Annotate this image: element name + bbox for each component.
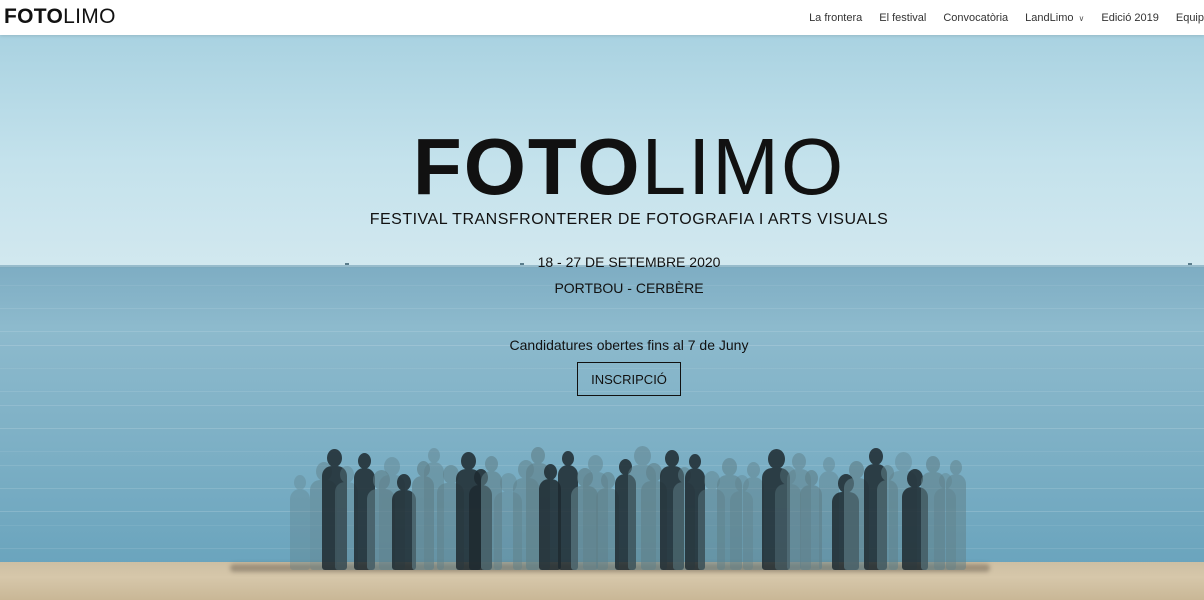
- person-head: [926, 456, 940, 473]
- hero-title-bold: FOTO: [412, 122, 642, 211]
- person-head: [562, 451, 574, 466]
- person-head: [849, 461, 864, 479]
- nav-item-la-frontera[interactable]: La frontera: [809, 12, 862, 24]
- person-head: [327, 449, 342, 467]
- nav-item-equip[interactable]: Equip: [1176, 12, 1204, 24]
- person-head: [588, 455, 603, 473]
- person-head: [805, 470, 818, 486]
- person-head: [544, 464, 557, 480]
- festival-dates: 18 - 27 DE SETEMBRE 2020: [537, 254, 721, 270]
- person-head: [950, 460, 962, 475]
- sea-ripple: [0, 428, 1204, 429]
- crowd-silhouettes: [290, 430, 980, 570]
- call-to-action-text: Candidatures obertes fins al 7 de Juny: [509, 337, 749, 353]
- nav-label: LandLimo: [1025, 11, 1074, 24]
- logo-light-text: LIMO: [63, 5, 116, 28]
- person-head: [397, 474, 411, 491]
- person-body: [946, 474, 966, 570]
- person-head: [823, 457, 835, 472]
- nav-item-landlimo[interactable]: LandLimo ∨: [1025, 12, 1084, 24]
- nav-item-el-festival[interactable]: El festival: [879, 12, 926, 24]
- person-silhouette: [946, 460, 966, 570]
- sea-ripple: [0, 405, 1204, 406]
- logo-bold-text: FOTO: [4, 5, 64, 28]
- person-head: [485, 456, 498, 472]
- person-head: [722, 458, 737, 476]
- person-head: [869, 448, 883, 465]
- person-silhouette: [743, 462, 764, 570]
- inscripcio-button[interactable]: INSCRIPCIÓ: [577, 362, 681, 396]
- nav-item-edicio-2019[interactable]: Edició 2019: [1101, 12, 1159, 24]
- nav-label: Convocatòria: [943, 11, 1009, 24]
- person-head: [358, 453, 371, 469]
- person-body: [743, 477, 764, 570]
- person-head: [531, 447, 545, 464]
- nav-label: Equip: [1175, 11, 1204, 24]
- person-head: [747, 462, 760, 478]
- nav-label: Edició 2019: [1101, 11, 1159, 24]
- chevron-down-icon: ∨: [1078, 14, 1085, 23]
- person-silhouette: [290, 475, 310, 570]
- person-head: [601, 472, 615, 489]
- hero-subtitle: FESTIVAL TRANSFRONTERER DE FOTOGRAFIA I …: [369, 211, 889, 228]
- sea-ripple: [0, 331, 1204, 332]
- nav-label: La frontera: [809, 11, 863, 24]
- person-head: [340, 466, 354, 483]
- main-nav: La frontera El festival Convocatòria Lan…: [792, 0, 1204, 35]
- sea-ripple: [0, 308, 1204, 309]
- person-head: [792, 453, 806, 470]
- nav-label: El festival: [879, 11, 927, 24]
- person-head: [294, 475, 306, 490]
- person-head: [461, 452, 476, 470]
- person-head: [428, 448, 440, 463]
- person-head: [689, 454, 701, 469]
- hero-section: FOTOLIMO FESTIVAL TRANSFRONTERER DE FOTO…: [0, 35, 1204, 600]
- hero-title: FOTOLIMO: [0, 127, 1204, 207]
- person-head: [665, 450, 679, 467]
- site-logo[interactable]: FOTOLIMO: [4, 6, 116, 28]
- person-body: [290, 489, 310, 570]
- festival-location: PORTBOU - CERBÈRE: [554, 280, 704, 296]
- site-header: FOTOLIMO La frontera El festival Convoca…: [0, 0, 1204, 35]
- hero-title-light: LIMO: [641, 122, 846, 211]
- nav-item-convocatoria[interactable]: Convocatòria: [943, 12, 1008, 24]
